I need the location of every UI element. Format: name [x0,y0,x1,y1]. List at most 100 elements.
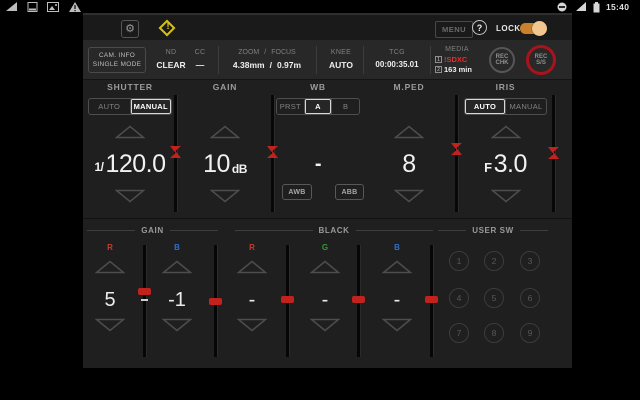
user-sw-6[interactable]: 6 [520,288,540,308]
gain-r-up-button[interactable] [95,260,125,274]
wb-b-button[interactable]: B [331,99,359,114]
user-sw-2[interactable]: 2 [484,251,504,271]
focus-value: 0.97m [276,60,302,70]
black-r-slider[interactable] [281,245,294,357]
divider [363,46,364,74]
iris-down-button[interactable] [490,189,521,203]
help-button[interactable]: ? [472,20,487,35]
lock-label: LOCK [496,24,521,33]
user-sw-1[interactable]: 1 [449,251,469,271]
black-b-down-button[interactable] [382,318,412,332]
warning-indicator[interactable]: ! [157,18,179,40]
black-b-up-button[interactable] [382,260,412,274]
value-sep: / [269,60,272,70]
slider-marker [425,296,438,303]
user-sw-8[interactable]: 8 [484,323,504,343]
focus-label: FOCUS [271,49,296,56]
gain-b-value: -1 [168,288,186,311]
menu-button[interactable]: MENU [435,21,474,38]
shutter-auto-button[interactable]: AUTO [89,99,130,114]
iris-manual-button[interactable]: MANUAL [505,99,546,114]
user-sw-7[interactable]: 7 [449,323,469,343]
black-b-slider[interactable] [425,245,438,357]
rec-chk-line2: CHK [495,60,509,66]
gain-value: 10 dB [182,144,268,184]
user-sw-title: USER SW [472,226,514,235]
tcg-value: 00:00:35.01 [375,60,419,69]
black-r-down-button[interactable] [237,318,267,332]
user-sw-4[interactable]: 4 [449,288,469,308]
rec-check-button[interactable]: REC CHK [489,47,515,73]
zoom-focus-values: 4.38mm / 0.97m [223,60,311,70]
black-r-up-button[interactable] [237,260,267,274]
gain-slider[interactable] [267,95,278,212]
gain-b-up-button[interactable] [162,260,192,274]
shutter-down-button[interactable] [115,189,145,203]
shutter-manual-button[interactable]: MANUAL [129,99,171,114]
nd-label: ND [165,49,177,56]
user-sw-9[interactable]: 9 [520,323,540,343]
wifi-icon [576,2,586,11]
main-controls: SHUTTER AUTO MANUAL 1/ 120.0 GAIN 10 dB … [83,80,572,219]
user-sw-3[interactable]: 3 [520,251,540,271]
center-tick [141,299,148,301]
divider [316,46,317,74]
knee-value: AUTO [329,60,353,70]
iris-slider[interactable] [548,95,559,212]
rec-ss-line2: S/S [536,60,546,66]
black-b-value: - [393,288,401,311]
settings-button[interactable]: ⚙ [121,20,139,38]
gain-r-slider[interactable] [138,245,151,357]
mped-value: 8 [402,149,416,178]
rec-start-stop-button[interactable]: REC S/S [526,45,556,75]
black-r-label: R [249,243,255,252]
gain-b-slider[interactable] [209,245,222,357]
black-g-slider[interactable] [352,245,365,357]
gain-title: GAIN [212,82,238,92]
shutter-value: 1/ 120.0 [87,144,173,184]
slot1-status: !SDXC [444,55,468,64]
gain-r-label: R [107,243,113,252]
gain-b-label: B [174,243,180,252]
screenshot-icon [27,2,38,12]
camera-remote-app: ⚙ ! MENU ? LOCK CAM. INFO SINGLE MODE ND… [83,13,572,368]
slot2-remaining: 163 min [444,65,472,74]
wb-column: WB PRST A B - AWB ABB [275,80,364,218]
shutter-up-button[interactable] [115,125,145,139]
wb-preset-button[interactable]: PRST [277,99,304,114]
media-slot-1: 1 !SDXC [435,55,467,64]
black-g-column: G - [300,219,350,368]
abb-button[interactable]: ABB [335,184,364,200]
gain-r-column: R 5 [85,219,135,368]
gain-unit: dB [231,162,248,176]
image-icon [47,2,59,12]
gain-down-button[interactable] [210,189,240,203]
cam-info-mode-button[interactable]: CAM. INFO SINGLE MODE [88,47,146,73]
gain-b-down-button[interactable] [162,318,192,332]
mped-down-button[interactable] [394,189,424,203]
iris-value: F 3.0 [463,144,548,184]
iris-auto-button[interactable]: AUTO [465,99,505,114]
mped-title: M.PED [393,82,425,92]
gain-up-button[interactable] [210,125,240,139]
lock-toggle[interactable] [520,21,547,36]
mute-icon [557,2,567,12]
nd-value: CLEAR [156,60,186,70]
gain-r-down-button[interactable] [95,318,125,332]
label-sep: / [264,49,267,56]
black-b-label: B [394,243,400,252]
iris-up-button[interactable] [490,125,521,139]
black-g-down-button[interactable] [310,318,340,332]
user-sw-5[interactable]: 5 [484,288,504,308]
divider [218,46,219,74]
user-sw-header: USER SW [438,226,549,235]
mped-slider[interactable] [451,95,462,212]
wb-mode-switch: PRST A B [276,98,360,115]
black-g-up-button[interactable] [310,260,340,274]
slider-marker [352,296,365,303]
awb-button[interactable]: AWB [282,184,312,200]
iris-title: IRIS [495,82,516,92]
wb-a-button[interactable]: A [303,99,332,114]
mped-up-button[interactable] [394,125,424,139]
shutter-slider[interactable] [170,95,181,212]
